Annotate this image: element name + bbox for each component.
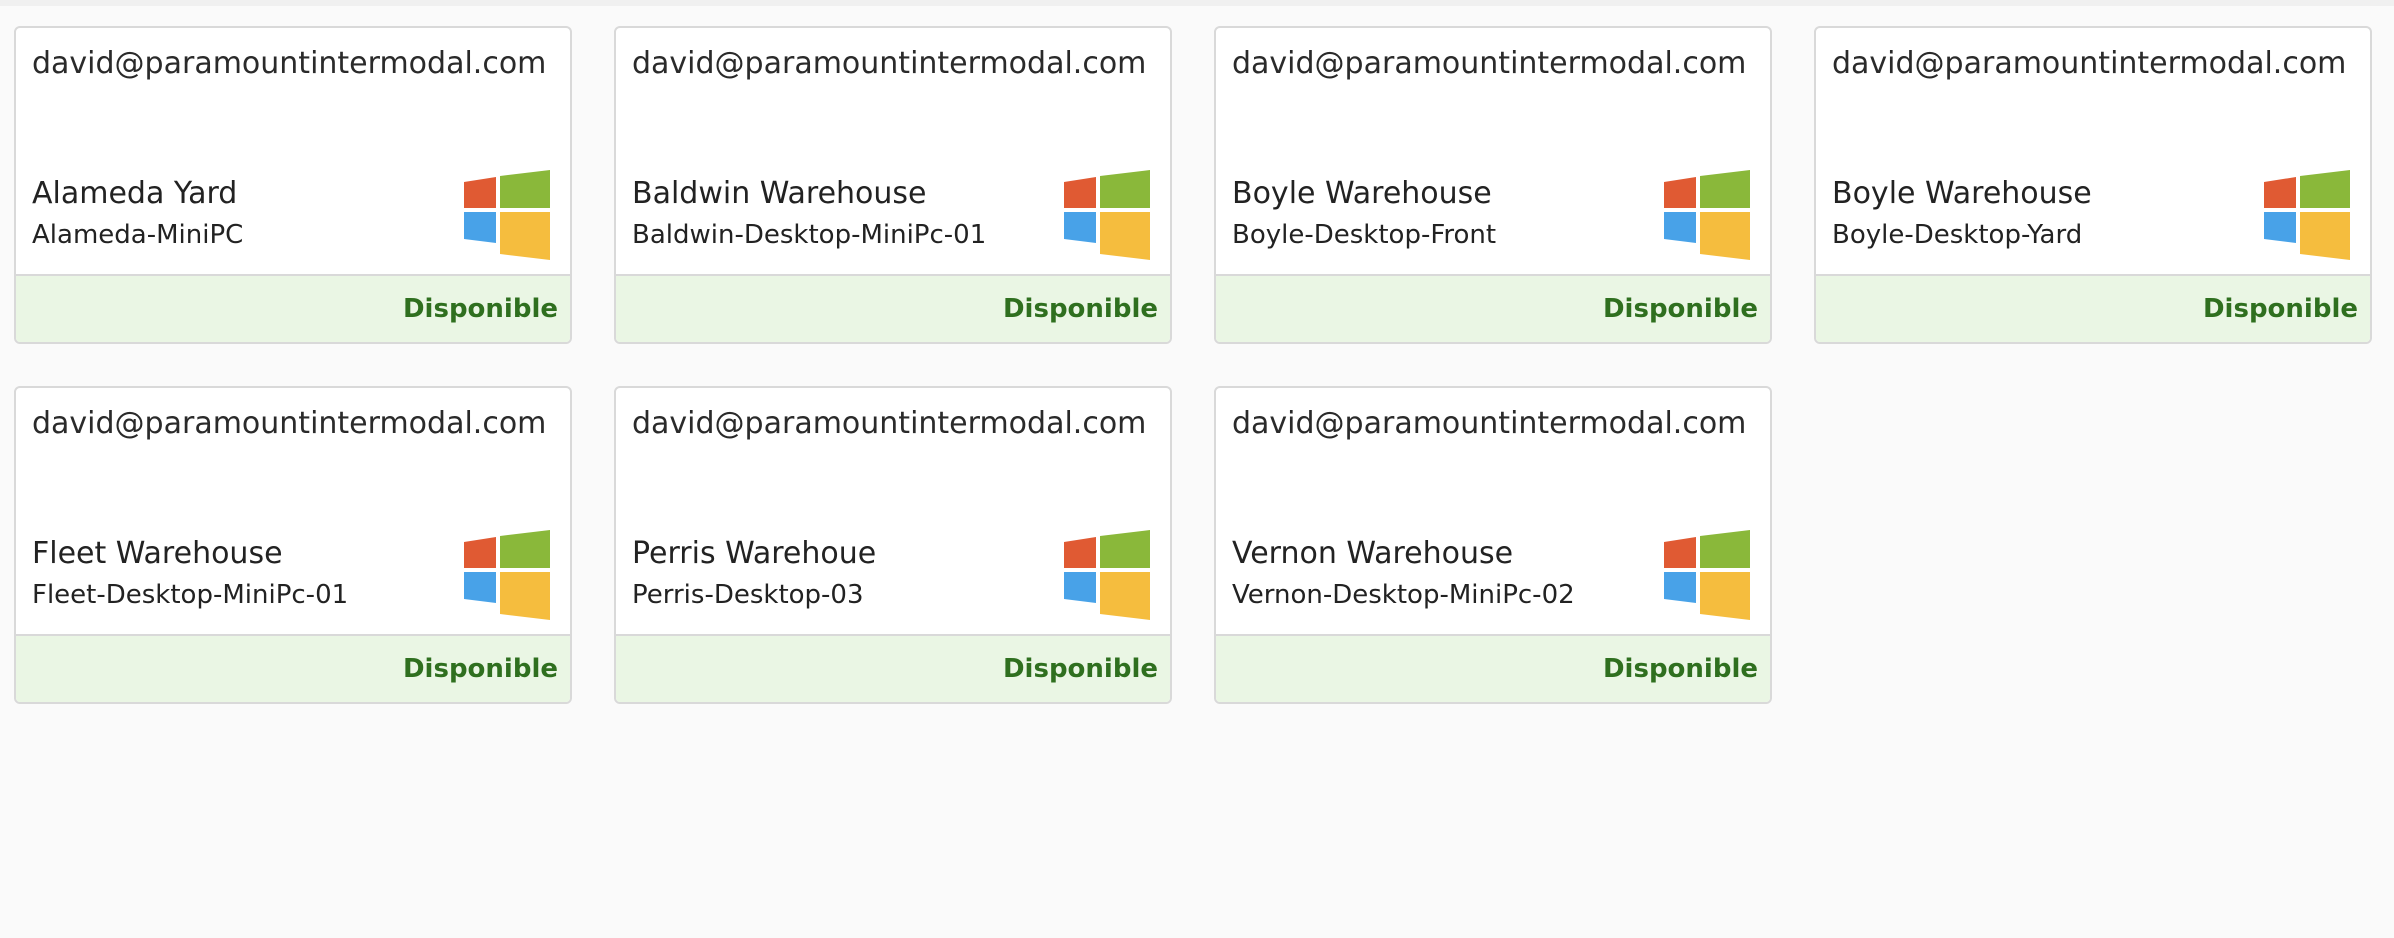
card-site-name: Fleet Warehouse bbox=[32, 536, 283, 571]
card-footer: Disponible bbox=[16, 634, 570, 702]
card-user-email: david@paramountintermodal.com bbox=[1232, 406, 1747, 441]
windows-logo-icon bbox=[464, 530, 550, 620]
card-host-name: Vernon-Desktop-MiniPc-02 bbox=[1232, 580, 1575, 610]
card-user-email: david@paramountintermodal.com bbox=[32, 406, 547, 441]
card-footer: Disponible bbox=[16, 274, 570, 342]
status-badge: Disponible bbox=[1602, 654, 1758, 684]
desktop-card[interactable]: david@paramountintermodal.com Boyle Ware… bbox=[1214, 26, 1772, 344]
desktop-card[interactable]: david@paramountintermodal.com Alameda Ya… bbox=[14, 26, 572, 344]
desktop-card-grid: david@paramountintermodal.com Alameda Ya… bbox=[14, 26, 2372, 704]
card-host-name: Boyle-Desktop-Front bbox=[1232, 220, 1497, 250]
status-badge: Disponible bbox=[2202, 294, 2358, 324]
desktop-card[interactable]: david@paramountintermodal.com Perris War… bbox=[614, 386, 1172, 704]
card-site-name: Alameda Yard bbox=[32, 176, 238, 211]
card-user-email: david@paramountintermodal.com bbox=[1232, 46, 1747, 81]
card-footer: Disponible bbox=[616, 634, 1170, 702]
card-user-email: david@paramountintermodal.com bbox=[632, 46, 1147, 81]
card-footer: Disponible bbox=[1216, 634, 1770, 702]
desktop-card[interactable]: david@paramountintermodal.com Boyle Ware… bbox=[1814, 26, 2372, 344]
card-site-name: Baldwin Warehouse bbox=[632, 176, 927, 211]
status-badge: Disponible bbox=[402, 294, 558, 324]
card-footer: Disponible bbox=[1816, 274, 2370, 342]
card-site-name: Perris Warehoue bbox=[632, 536, 877, 571]
card-host-name: Perris-Desktop-03 bbox=[632, 580, 864, 610]
card-site-name: Vernon Warehouse bbox=[1232, 536, 1514, 571]
top-bar bbox=[0, 0, 2394, 6]
status-badge: Disponible bbox=[1002, 294, 1158, 324]
windows-logo-icon bbox=[464, 170, 550, 260]
desktop-card[interactable]: david@paramountintermodal.com Baldwin Wa… bbox=[614, 26, 1172, 344]
card-host-name: Fleet-Desktop-MiniPc-01 bbox=[32, 580, 349, 610]
card-user-email: david@paramountintermodal.com bbox=[1832, 46, 2347, 81]
card-footer: Disponible bbox=[616, 274, 1170, 342]
status-badge: Disponible bbox=[1002, 654, 1158, 684]
card-site-name: Boyle Warehouse bbox=[1832, 176, 2092, 211]
desktop-card[interactable]: david@paramountintermodal.com Vernon War… bbox=[1214, 386, 1772, 704]
card-footer: Disponible bbox=[1216, 274, 1770, 342]
card-site-name: Boyle Warehouse bbox=[1232, 176, 1492, 211]
desktop-card[interactable]: david@paramountintermodal.com Fleet Ware… bbox=[14, 386, 572, 704]
windows-logo-icon bbox=[1664, 530, 1750, 620]
windows-logo-icon bbox=[1064, 170, 1150, 260]
card-user-email: david@paramountintermodal.com bbox=[32, 46, 547, 81]
status-badge: Disponible bbox=[402, 654, 558, 684]
card-user-email: david@paramountintermodal.com bbox=[632, 406, 1147, 441]
card-host-name: Baldwin-Desktop-MiniPc-01 bbox=[632, 220, 987, 250]
status-badge: Disponible bbox=[1602, 294, 1758, 324]
card-host-name: Alameda-MiniPC bbox=[32, 220, 244, 250]
windows-logo-icon bbox=[2264, 170, 2350, 260]
windows-logo-icon bbox=[1664, 170, 1750, 260]
windows-logo-icon bbox=[1064, 530, 1150, 620]
card-host-name: Boyle-Desktop-Yard bbox=[1832, 220, 2083, 250]
